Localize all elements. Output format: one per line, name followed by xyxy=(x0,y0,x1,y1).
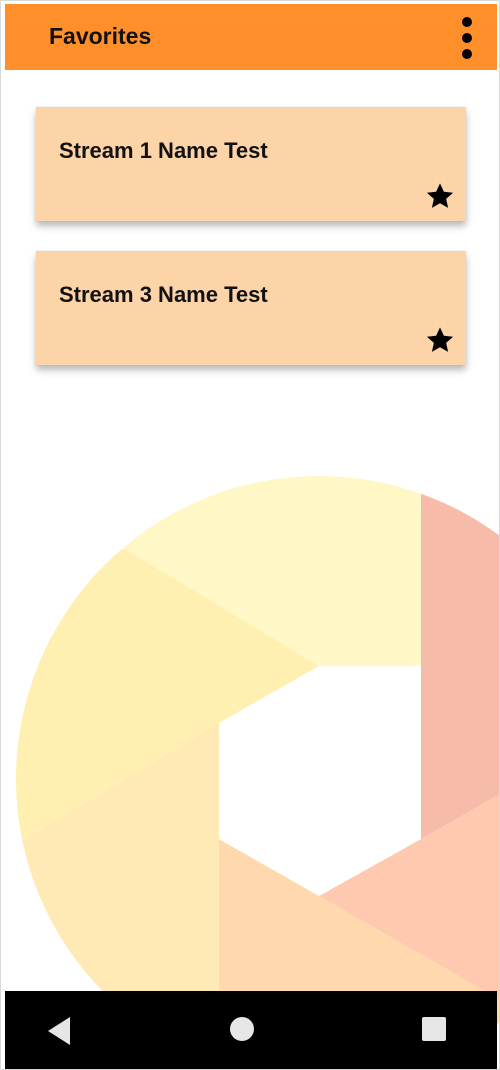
favorite-stream-card[interactable]: Stream 1 Name Test xyxy=(36,107,466,221)
page-title: Favorites xyxy=(49,23,152,49)
menu-dot xyxy=(462,33,472,43)
system-navigation-bar xyxy=(5,991,497,1069)
star-icon[interactable] xyxy=(424,181,456,213)
star-icon[interactable] xyxy=(424,325,456,357)
menu-dot xyxy=(462,49,472,59)
home-circle-icon[interactable] xyxy=(220,1009,264,1053)
stream-name: Stream 3 Name Test xyxy=(59,282,268,307)
back-triangle-icon[interactable] xyxy=(39,1009,83,1053)
stream-name: Stream 1 Name Test xyxy=(59,138,268,163)
recents-square-icon[interactable] xyxy=(412,1009,456,1053)
phone-screen: Favorites Stream 1 Name Test Stream 3 Na… xyxy=(0,0,500,1070)
favorite-stream-card[interactable]: Stream 3 Name Test xyxy=(36,251,466,365)
app-bar: Favorites xyxy=(5,4,497,70)
more-vertical-icon[interactable] xyxy=(455,15,479,61)
menu-dot xyxy=(462,17,472,27)
